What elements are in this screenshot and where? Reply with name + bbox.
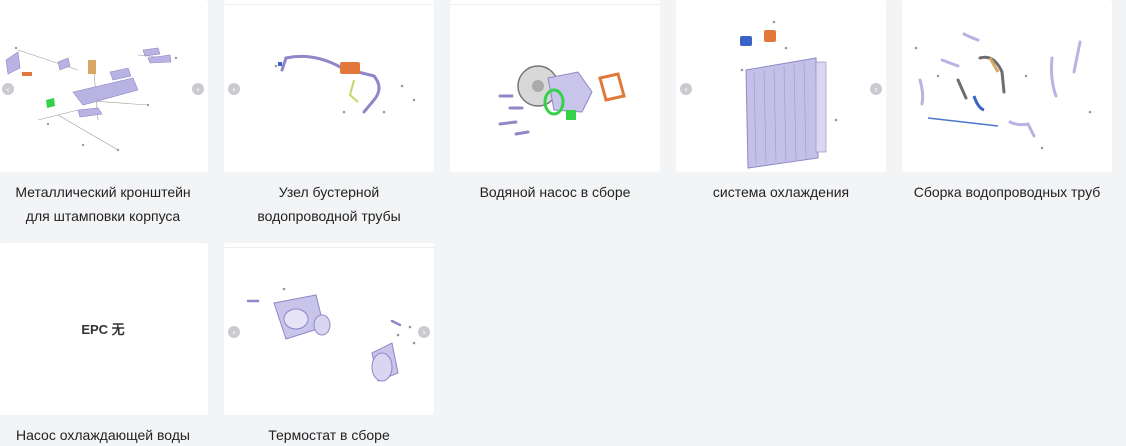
thermostat-diagram: [246, 287, 416, 382]
water-pump-diagram: [498, 65, 626, 136]
card-thumbnail[interactable]: ‹ ›: [0, 0, 208, 172]
catalog-grid: ‹ › Металлический кронштейн для штамповк…: [0, 0, 1126, 446]
card-caption[interactable]: Сборка водопроводных труб: [902, 180, 1112, 204]
next-image-button[interactable]: ›: [418, 326, 430, 338]
card-thumbnail[interactable]: EPC 无: [0, 243, 208, 415]
card-caption[interactable]: Узел бустерной водопроводной трубы: [224, 180, 434, 228]
cooling-system-diagram: [740, 20, 838, 169]
card-thumbnail[interactable]: [902, 0, 1112, 172]
catalog-card[interactable]: ‹ Узел бустерной водопроводной трубы: [224, 0, 434, 228]
card-caption[interactable]: Водяной насос в сборе: [450, 180, 660, 204]
prev-image-button[interactable]: ‹: [228, 83, 240, 95]
next-image-button[interactable]: ›: [870, 83, 882, 95]
card-caption[interactable]: система охлаждения: [676, 180, 886, 204]
card-caption[interactable]: Насос охлаждающей воды: [0, 423, 208, 446]
card-thumbnail[interactable]: ‹ ›: [676, 0, 886, 172]
no-image-placeholder: EPC 无: [81, 322, 125, 337]
catalog-card[interactable]: Водяной насос в сборе: [450, 0, 660, 204]
catalog-card[interactable]: ‹ › Термостат в сборе: [224, 243, 434, 446]
catalog-card[interactable]: Сборка водопроводных труб: [902, 0, 1112, 204]
catalog-card[interactable]: EPC 无 Насос охлаждающей воды: [0, 243, 208, 446]
card-thumbnail[interactable]: [450, 0, 660, 172]
water-pipes-diagram: [914, 32, 1092, 150]
card-thumbnail[interactable]: ‹ ›: [224, 243, 434, 415]
bracket-assembly-diagram: [5, 46, 178, 152]
card-caption[interactable]: Металлический кронштейн для штамповки ко…: [0, 180, 208, 228]
next-image-button[interactable]: ›: [192, 83, 204, 95]
catalog-card[interactable]: ‹ › система охлаждения: [676, 0, 886, 204]
card-thumbnail[interactable]: ‹: [224, 0, 434, 172]
booster-pipe-diagram: [274, 54, 416, 114]
prev-image-button[interactable]: ‹: [2, 83, 14, 95]
prev-image-button[interactable]: ‹: [228, 326, 240, 338]
prev-image-button[interactable]: ‹: [680, 83, 692, 95]
card-caption[interactable]: Термостат в сборе: [224, 423, 434, 446]
catalog-card[interactable]: ‹ › Металлический кронштейн для штамповк…: [0, 0, 208, 228]
